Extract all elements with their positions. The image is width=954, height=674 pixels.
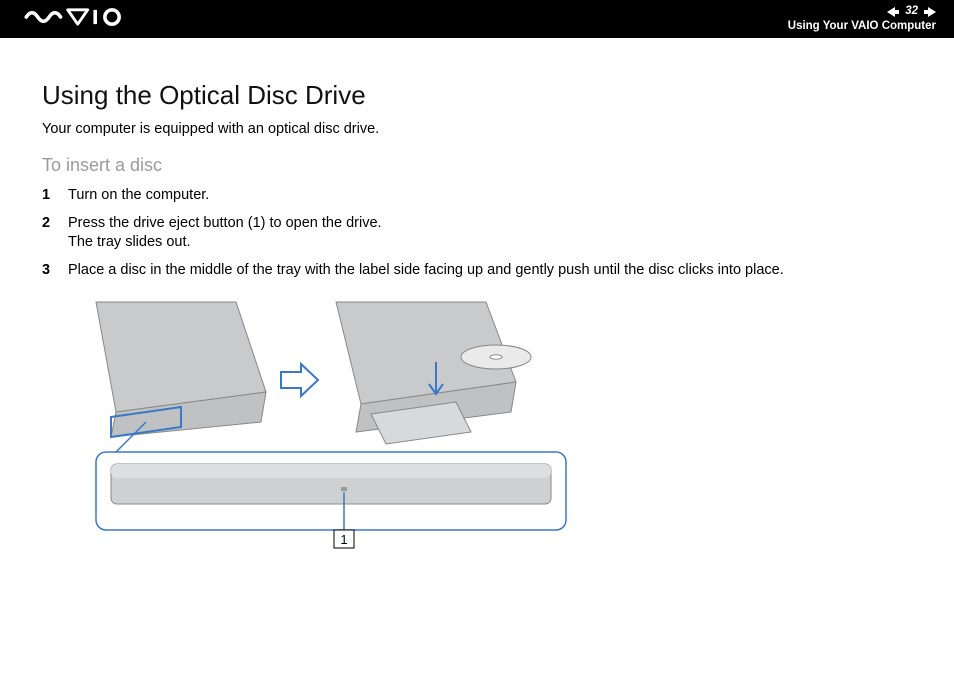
page-title: Using the Optical Disc Drive	[42, 80, 912, 111]
front-view-illustration	[96, 422, 566, 530]
header-right: 32 Using Your VAIO Computer	[788, 5, 936, 34]
step-number: 2	[42, 214, 68, 253]
laptop-open-drive-illustration	[336, 302, 531, 444]
callout-number: 1	[340, 532, 347, 547]
laptop-closed-drive-illustration	[96, 302, 266, 437]
step-text: Turn on the computer.	[68, 186, 912, 206]
step-text: Place a disc in the middle of the tray w…	[68, 261, 912, 281]
vaio-logo	[22, 7, 142, 32]
list-item: 2 Press the drive eject button (1) to op…	[42, 214, 912, 253]
steps-list: 1 Turn on the computer. 2 Press the driv…	[42, 186, 912, 280]
list-item: 1 Turn on the computer.	[42, 186, 912, 206]
header-bar: 32 Using Your VAIO Computer	[0, 0, 954, 38]
page-content: Using the Optical Disc Drive Your comput…	[0, 38, 954, 557]
page-number: 32	[905, 5, 918, 19]
callout-label: 1	[334, 530, 354, 548]
list-item: 3 Place a disc in the middle of the tray…	[42, 261, 912, 281]
arrow-right-icon	[281, 364, 318, 396]
step-text: Press the drive eject button (1) to open…	[68, 214, 912, 253]
next-page-icon[interactable]	[924, 7, 936, 17]
page-nav: 32	[887, 5, 936, 19]
figure: 1	[86, 292, 912, 557]
intro-text: Your computer is equipped with an optica…	[42, 121, 912, 137]
step-number: 3	[42, 261, 68, 281]
step-number: 1	[42, 186, 68, 206]
breadcrumb: Using Your VAIO Computer	[788, 20, 936, 34]
prev-page-icon[interactable]	[887, 7, 899, 17]
subheading: To insert a disc	[42, 155, 912, 176]
